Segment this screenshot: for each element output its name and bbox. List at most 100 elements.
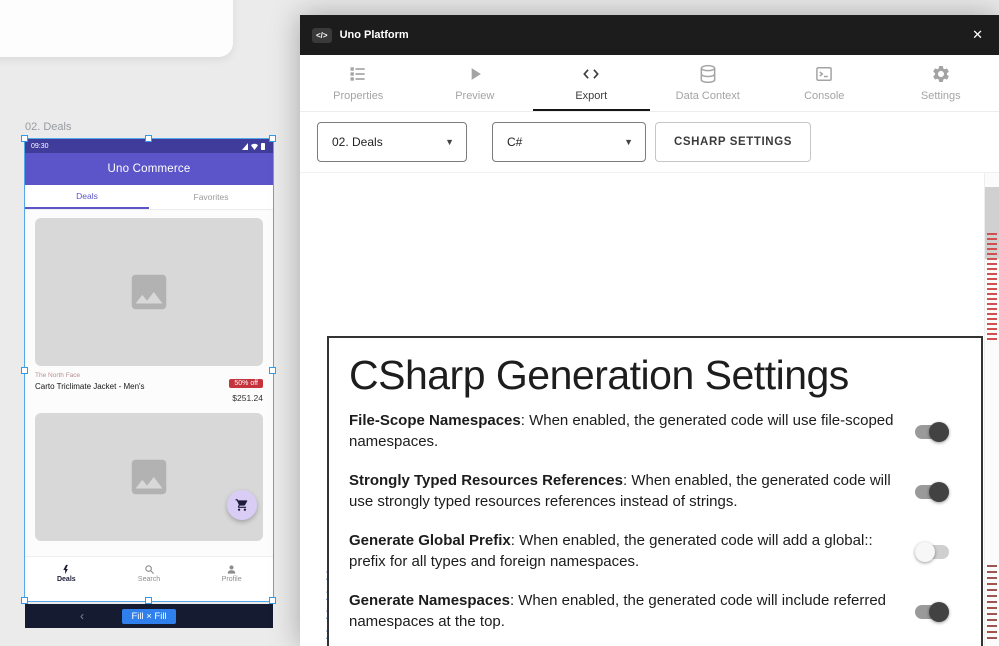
setting-name: Generate Namespaces <box>349 592 510 609</box>
terminal-icon <box>814 64 834 84</box>
phone-app-bar: Uno Commerce <box>25 153 273 185</box>
nav-item-profile[interactable]: Profile <box>190 557 273 590</box>
tab-data-context[interactable]: Data Context <box>650 55 767 111</box>
tab-preview[interactable]: Preview <box>417 55 534 111</box>
selection-handle-bottom-mid[interactable] <box>145 597 152 604</box>
tab-label: Console <box>804 90 844 102</box>
product-image-placeholder[interactable] <box>35 218 263 366</box>
setting-row-generate-namespaces: Generate Namespaces: When enabled, the g… <box>349 591 961 632</box>
product-brand: The North Face <box>35 372 145 379</box>
setting-row-file-scope-namespaces: File-Scope Namespaces: When enabled, the… <box>349 411 961 452</box>
toggle-thumb <box>929 602 949 622</box>
selection-handle-bottom-left[interactable] <box>21 597 28 604</box>
discount-badge: 50% off <box>229 379 263 388</box>
person-icon <box>226 564 237 575</box>
setting-name: Generate Global Prefix <box>349 532 511 549</box>
nav-label: Search <box>138 576 160 583</box>
toggle-file-scope-namespaces[interactable] <box>915 425 949 439</box>
product-image-placeholder[interactable] <box>35 413 263 541</box>
selection-handle-top-left[interactable] <box>21 135 28 142</box>
frame-size-badge[interactable]: Fill × Fill <box>122 609 175 624</box>
list-icon <box>348 64 368 84</box>
tab-label: Preview <box>455 90 494 102</box>
toggle-thumb <box>929 422 949 442</box>
page-select[interactable]: 02. Deals ▼ <box>317 122 467 162</box>
setting-name: Strongly Typed Resources References <box>349 472 623 489</box>
tab-properties[interactable]: Properties <box>300 55 417 111</box>
setting-text: Generate Global Prefix: When enabled, th… <box>349 531 911 572</box>
language-select-value: C# <box>507 135 522 149</box>
close-icon[interactable]: ✕ <box>968 25 987 45</box>
code-editor[interactable]: 21 s => s 22 .Foreground(StatusBarForegr… <box>300 172 999 646</box>
code-brackets-icon: </> <box>312 28 332 43</box>
phone-bottom-nav: Deals Search Profile <box>25 556 273 590</box>
selection-handle-mid-right[interactable] <box>269 367 276 374</box>
phone-content: The North Face Carto Triclimate Jacket -… <box>25 210 273 556</box>
gear-icon <box>931 64 951 84</box>
code-icon <box>581 64 601 84</box>
uno-platform-window: </> Uno Platform ✕ Properties Preview Ex… <box>300 15 999 646</box>
product-price: $251.24 <box>229 393 263 403</box>
csharp-settings-modal: CSharp Generation Settings File-Scope Na… <box>327 336 983 646</box>
toggle-generate-namespaces[interactable] <box>915 605 949 619</box>
product-pricing: 50% off $251.24 <box>229 372 263 403</box>
toggle-thumb <box>915 542 935 562</box>
phone-tab-deals[interactable]: Deals <box>25 185 149 209</box>
selection-handle-top-right[interactable] <box>269 135 276 142</box>
nav-item-search[interactable]: Search <box>108 557 191 590</box>
selection-handle-mid-left[interactable] <box>21 367 28 374</box>
window-title: Uno Platform <box>340 29 409 41</box>
phone-frame[interactable]: 09:30 Uno Commerce Deals Favorites The N… <box>25 139 273 601</box>
setting-row-generate-global-prefix: Generate Global Prefix: When enabled, th… <box>349 531 961 572</box>
product-info: The North Face Carto Triclimate Jacket -… <box>35 372 145 403</box>
chevron-down-icon: ▼ <box>445 137 454 147</box>
phone-tab-bar: Deals Favorites <box>25 185 273 210</box>
tab-settings[interactable]: Settings <box>883 55 999 111</box>
tab-label: Settings <box>921 90 961 102</box>
play-icon <box>465 64 485 84</box>
cart-icon <box>235 498 249 512</box>
adjacent-artboard <box>0 0 233 57</box>
modal-title: CSharp Generation Settings <box>349 352 961 399</box>
csharp-settings-button[interactable]: CSHARP SETTINGS <box>655 122 811 162</box>
database-icon <box>698 64 718 84</box>
minimap-marks <box>987 565 997 641</box>
setting-text: Generate Namespaces: When enabled, the g… <box>349 591 911 632</box>
phone-tab-favorites[interactable]: Favorites <box>149 185 273 209</box>
phone-app-title: Uno Commerce <box>108 163 191 175</box>
setting-name: File-Scope Namespaces <box>349 412 521 429</box>
tab-console[interactable]: Console <box>766 55 883 111</box>
toggle-strongly-typed-resources[interactable] <box>915 485 949 499</box>
collapse-chevron-icon[interactable]: ‹ <box>80 610 84 622</box>
window-tab-strip: Properties Preview Export Data Context <box>300 55 999 112</box>
image-icon <box>126 454 172 500</box>
product-row[interactable]: The North Face Carto Triclimate Jacket -… <box>25 366 273 405</box>
window-titlebar[interactable]: </> Uno Platform ✕ <box>300 15 999 55</box>
minimap <box>984 173 999 646</box>
setting-row-strongly-typed-resources: Strongly Typed Resources References: Whe… <box>349 471 961 512</box>
tab-export[interactable]: Export <box>533 55 650 111</box>
tab-label: Properties <box>333 90 383 102</box>
minimap-marks <box>987 233 997 341</box>
tab-label: Data Context <box>676 90 740 102</box>
nav-label: Deals <box>57 576 76 583</box>
selection-handle-bottom-right[interactable] <box>269 597 276 604</box>
frame-label[interactable]: 02. Deals <box>25 121 71 133</box>
toggle-generate-global-prefix[interactable] <box>915 545 949 559</box>
setting-text: File-Scope Namespaces: When enabled, the… <box>349 411 911 452</box>
image-icon <box>126 269 172 315</box>
status-icons <box>241 142 267 151</box>
chevron-down-icon: ▼ <box>624 137 633 147</box>
export-toolbar: 02. Deals ▼ C# ▼ CSHARP SETTINGS <box>300 112 999 172</box>
lightning-icon <box>61 564 72 575</box>
search-icon <box>144 564 155 575</box>
product-name: Carto Triclimate Jacket - Men's <box>35 382 145 391</box>
language-select[interactable]: C# ▼ <box>492 122 646 162</box>
setting-text: Strongly Typed Resources References: Whe… <box>349 471 911 512</box>
cart-fab-button[interactable] <box>227 490 257 520</box>
nav-item-deals[interactable]: Deals <box>25 557 108 590</box>
selection-handle-top-mid[interactable] <box>145 135 152 142</box>
page-select-value: 02. Deals <box>332 135 383 149</box>
toggle-thumb <box>929 482 949 502</box>
status-time: 09:30 <box>31 143 49 150</box>
